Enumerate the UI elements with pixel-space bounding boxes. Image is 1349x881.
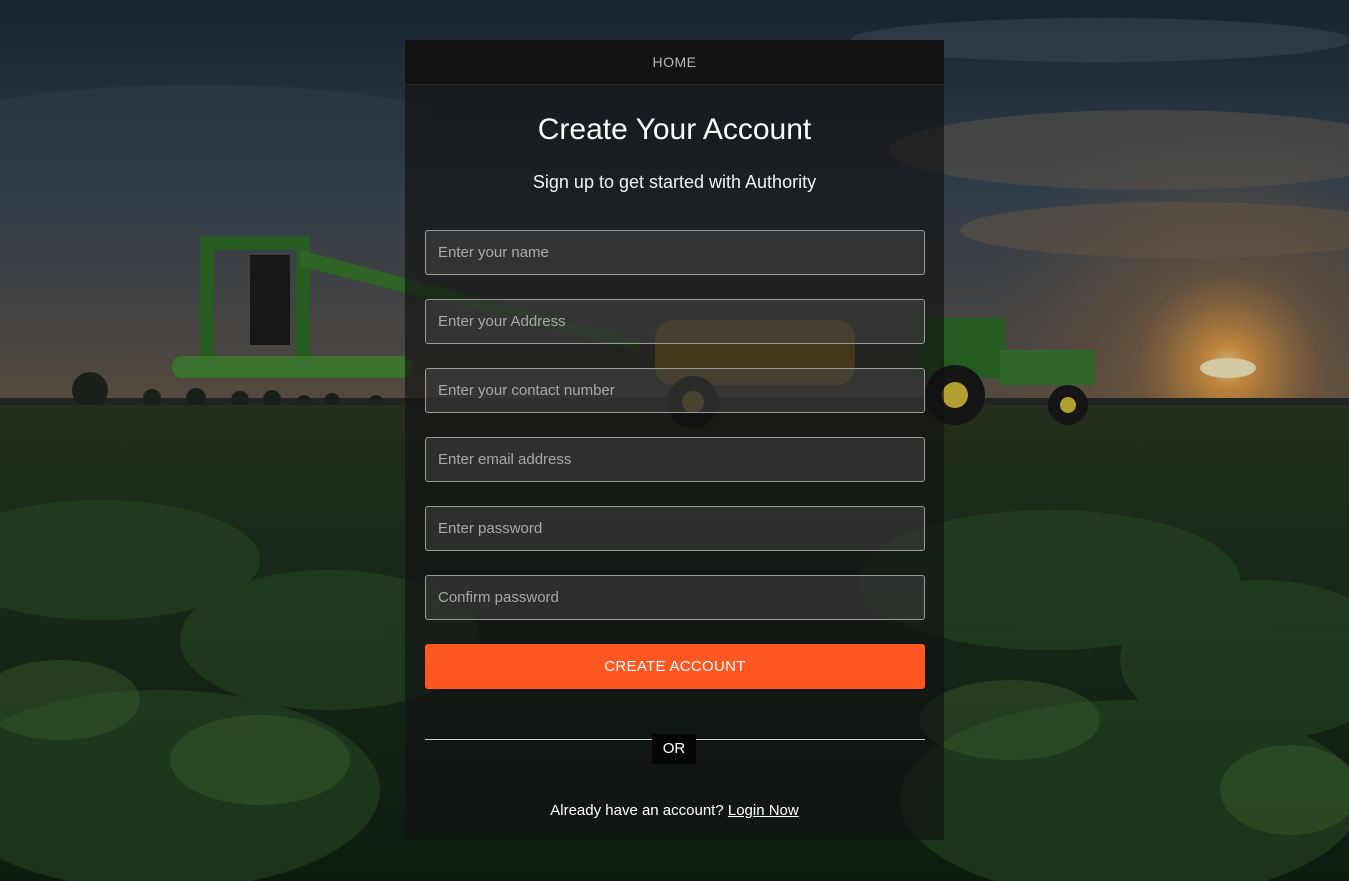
login-now-link[interactable]: Login Now: [728, 802, 799, 819]
page-title: Create Your Account: [537, 113, 812, 146]
confirm-password-input[interactable]: [425, 575, 925, 620]
or-label: OR: [652, 734, 696, 764]
create-account-button[interactable]: CREATE ACCOUNT: [425, 644, 925, 689]
password-input[interactable]: [425, 506, 925, 551]
signup-card: HOME Create Your Account Sign up to get …: [405, 40, 944, 840]
address-input[interactable]: [425, 299, 925, 344]
login-prompt-text: Already have an account?: [550, 802, 724, 819]
home-nav-link[interactable]: HOME: [653, 54, 697, 70]
top-nav-bar: HOME: [405, 40, 944, 85]
login-prompt: Already have an account? Login Now: [405, 802, 944, 819]
name-input[interactable]: [425, 230, 925, 275]
email-input[interactable]: [425, 437, 925, 482]
page-subtitle: Sign up to get started with Authority: [532, 172, 817, 192]
contact-number-input[interactable]: [425, 368, 925, 413]
signup-form: CREATE ACCOUNT: [425, 230, 925, 689]
